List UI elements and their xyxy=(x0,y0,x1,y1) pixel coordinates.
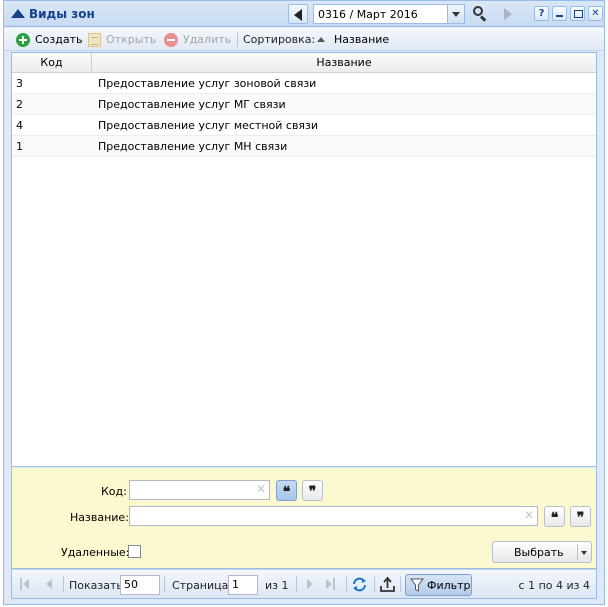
refresh-icon[interactable] xyxy=(351,576,368,593)
record-range: с 1 по 4 из 4 xyxy=(518,579,590,592)
window-title: Виды зон xyxy=(29,7,95,21)
code-filter-label: Код: xyxy=(101,485,127,498)
sort-button[interactable]: Название xyxy=(317,33,389,46)
minimize-button[interactable] xyxy=(552,6,567,21)
cell-name: Предоставление услуг местной связи xyxy=(98,118,319,132)
table-row[interactable]: 1 Предоставление услуг МН связи xyxy=(12,136,596,157)
cell-name: Предоставление услуг МГ связи xyxy=(98,97,286,111)
window-titlebar: Виды зон 0316 / Март 2016 ? ✕ xyxy=(4,1,604,27)
filter-panel: Код: ✕ ❝ ❞ Название: ✕ ❝ ❞ Удаленные: Вы… xyxy=(11,468,597,569)
chevron-down-icon[interactable] xyxy=(447,5,464,23)
sort-label: Сортировка: xyxy=(243,33,316,46)
quote-open-button[interactable]: ❝ xyxy=(544,506,565,527)
collapse-triangle-icon[interactable] xyxy=(11,9,25,18)
column-header-name[interactable]: Название xyxy=(92,53,596,72)
sort-asc-icon xyxy=(317,37,325,42)
select-button[interactable]: Выбрать xyxy=(492,541,592,563)
delete-label: Удалить xyxy=(183,33,232,46)
help-button[interactable]: ? xyxy=(534,6,549,21)
table-row[interactable]: 4 Предоставление услуг местной связи xyxy=(12,115,596,136)
name-filter-label: Название: xyxy=(70,511,129,524)
filter-toggle-button[interactable]: Фильтр xyxy=(405,574,472,596)
code-filter-input[interactable] xyxy=(129,480,270,500)
document-icon xyxy=(88,32,101,47)
page-size-input[interactable]: 50 xyxy=(120,575,160,595)
chevron-down-icon[interactable] xyxy=(581,551,587,555)
export-icon[interactable] xyxy=(379,576,396,593)
create-label: Создать xyxy=(35,33,83,46)
table-row[interactable]: 2 Предоставление услуг МГ связи xyxy=(12,94,596,115)
data-grid: Код Название 3 Предоставление услуг зоно… xyxy=(11,52,597,467)
prev-page-icon[interactable] xyxy=(44,578,56,590)
create-button[interactable]: Создать xyxy=(16,31,83,48)
grid-header: Код Название xyxy=(12,53,596,73)
toolbar-divider xyxy=(237,32,238,47)
select-label: Выбрать xyxy=(514,546,564,559)
first-page-icon[interactable] xyxy=(20,578,32,590)
table-row[interactable]: 3 Предоставление услуг зоновой связи xyxy=(12,73,596,94)
remove-icon xyxy=(164,32,178,47)
filter-label: Фильтр xyxy=(427,579,471,592)
cell-code: 2 xyxy=(16,97,23,111)
page-number-input[interactable]: 1 xyxy=(228,575,258,595)
quote-close-button[interactable]: ❞ xyxy=(302,480,323,501)
open-button[interactable]: Открыть xyxy=(88,31,156,48)
cell-code: 3 xyxy=(16,76,23,90)
period-select[interactable]: 0316 / Март 2016 xyxy=(313,4,465,24)
name-filter-input[interactable] xyxy=(129,506,538,526)
deleted-label: Удаленные: xyxy=(61,546,130,559)
page-count: из 1 xyxy=(265,579,289,592)
period-value: 0316 / Март 2016 xyxy=(318,8,418,21)
close-button[interactable]: ✕ xyxy=(588,6,603,21)
column-header-code[interactable]: Код xyxy=(12,53,92,72)
paging-toolbar: Показать 50 Страница 1 из 1 Фильтр с 1 п… xyxy=(11,569,597,599)
next-page-icon[interactable] xyxy=(304,578,316,590)
period-search-button[interactable] xyxy=(470,4,490,24)
window: Виды зон 0316 / Март 2016 ? ✕ Создать От… xyxy=(3,0,605,605)
last-page-icon[interactable] xyxy=(326,578,338,590)
maximize-button[interactable] xyxy=(570,6,585,21)
cell-code: 4 xyxy=(16,118,23,132)
page-label: Страница xyxy=(172,579,229,592)
delete-button[interactable]: Удалить xyxy=(164,31,231,48)
page-size-label: Показать xyxy=(69,579,123,592)
period-prev-button[interactable] xyxy=(288,4,308,24)
cell-code: 1 xyxy=(16,139,23,153)
period-next-button[interactable] xyxy=(498,4,518,24)
add-icon xyxy=(16,32,30,47)
deleted-checkbox[interactable] xyxy=(128,545,141,558)
toolbar: Создать Открыть Удалить Сортировка: Назв… xyxy=(4,28,604,51)
sort-field-label: Название xyxy=(334,33,390,46)
cell-name: Предоставление услуг МН связи xyxy=(98,139,288,153)
funnel-icon xyxy=(410,578,424,592)
cell-name: Предоставление услуг зоновой связи xyxy=(98,76,317,90)
open-label: Открыть xyxy=(106,33,157,46)
quote-open-button[interactable]: ❝ xyxy=(276,480,297,501)
quote-close-button[interactable]: ❞ xyxy=(570,506,591,527)
